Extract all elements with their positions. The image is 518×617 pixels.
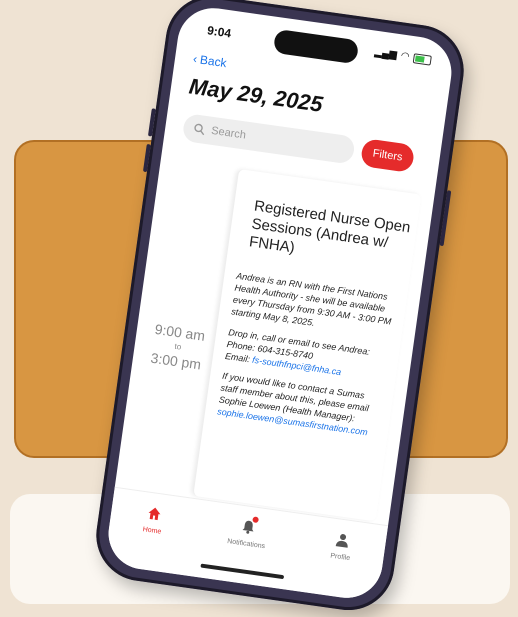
page-title: May 29, 2025 [187,73,325,117]
dynamic-island [272,28,360,65]
event-email-label: Email: [224,350,254,365]
tab-profile-label: Profile [329,552,351,563]
search-icon [194,123,205,136]
search-input[interactable]: Search [181,113,356,165]
event-title: Registered Nurse Open Sessions (Andrea w… [248,197,412,257]
tab-profile[interactable]: Profile [330,529,354,562]
search-placeholder: Search [210,124,247,142]
filters-button[interactable]: Filters [359,138,416,174]
battery-icon [412,52,432,66]
phone-mockup: 9:04 ▂▄▆ ◠ ‹ Back May 29, 2025 Search Fi… [0,0,518,617]
status-time: 9:04 [206,23,233,41]
event-description: Andrea is an RN with the First Nations H… [215,270,395,448]
back-label: Back [199,52,228,71]
tab-notifications[interactable]: Notifications [227,514,269,550]
back-button[interactable]: ‹ Back [192,52,227,71]
bell-icon [237,516,260,539]
tab-home-label: Home [142,526,162,536]
tab-home[interactable]: Home [142,502,166,536]
chevron-left-icon: ‹ [192,51,199,67]
volume-down-button [142,143,151,173]
phone-frame: 9:04 ▂▄▆ ◠ ‹ Back May 29, 2025 Search Fi… [90,0,470,617]
wifi-icon: ◠ [400,50,411,63]
signal-icon: ▂▄▆ [373,46,398,61]
event-card[interactable]: Registered Nurse Open Sessions (Andrea w… [192,168,422,522]
notification-dot [252,516,259,524]
power-button [439,190,452,247]
event-time: 9:00 am to 3:00 pm [146,320,210,373]
phone-screen: 9:04 ▂▄▆ ◠ ‹ Back May 29, 2025 Search Fi… [103,3,457,603]
home-icon [143,502,166,525]
volume-up-button [147,108,156,137]
user-icon [331,529,354,552]
tab-notifications-label: Notifications [226,538,266,551]
status-icons: ▂▄▆ ◠ [374,47,432,66]
